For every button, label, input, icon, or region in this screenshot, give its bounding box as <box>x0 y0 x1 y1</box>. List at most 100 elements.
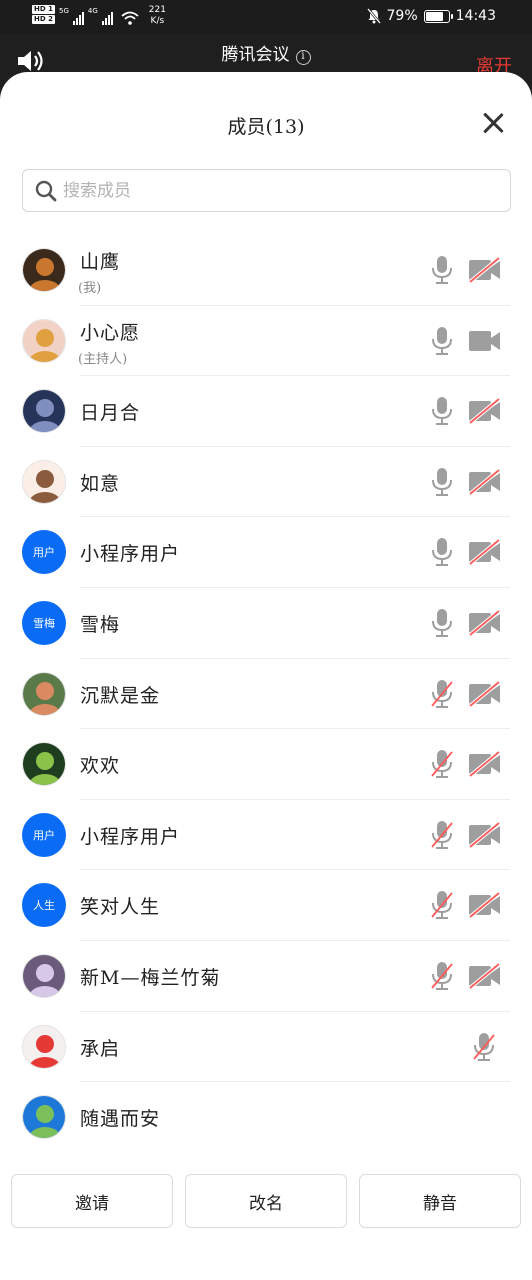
member-name: 山鹰 <box>80 251 121 273</box>
sim-indicators: HD 1 HD 2 <box>32 5 55 24</box>
mic-muted-icon[interactable] <box>472 1032 496 1066</box>
avatar <box>22 671 66 716</box>
member-row[interactable]: 日月合 <box>0 376 532 447</box>
search-box[interactable] <box>22 169 511 212</box>
member-row[interactable]: 欢欢 <box>0 729 532 800</box>
avatar-text: 人生 <box>33 899 55 913</box>
member-name: 沉默是金 <box>80 684 161 707</box>
mic-icon[interactable] <box>430 537 454 571</box>
member-name: 日月合 <box>80 402 141 425</box>
wifi-icon <box>121 11 139 25</box>
member-role: (我) <box>78 281 102 296</box>
mic-icon[interactable] <box>430 467 454 501</box>
mic-icon[interactable] <box>430 326 454 360</box>
member-role: (主持人) <box>78 351 128 367</box>
status-left: HD 1 HD 2 5G 4G 221 K/s <box>32 5 166 27</box>
member-row[interactable]: 新M—梅兰竹菊 <box>0 941 532 1012</box>
status-bar: HD 1 HD 2 5G 4G 221 K/s 79% 14:43 <box>0 0 532 34</box>
status-right: 79% 14:43 <box>366 8 496 24</box>
signal-icon-2 <box>101 11 113 25</box>
mic-icon[interactable] <box>430 396 454 430</box>
meeting-title[interactable]: 腾讯会议 i <box>0 40 532 65</box>
member-row[interactable]: 山鹰 (我) <box>0 235 532 306</box>
member-name: 如意 <box>80 472 121 495</box>
mic-icon[interactable] <box>430 255 454 289</box>
speed-value: 221 <box>148 5 166 15</box>
avatar: 用户 <box>22 530 66 575</box>
search-input[interactable] <box>63 180 463 201</box>
member-row[interactable]: 用户 小程序用户 <box>0 800 532 871</box>
mic-muted-icon[interactable] <box>430 749 454 783</box>
clock: 14:43 <box>455 8 496 24</box>
action-bar: 邀请 改名 静音 <box>0 1174 532 1228</box>
member-name: 新M—梅兰竹菊 <box>80 966 221 989</box>
avatar: 用户 <box>22 812 66 857</box>
member-name: 欢欢 <box>80 755 121 778</box>
camera-off-icon[interactable] <box>468 256 502 287</box>
camera-off-icon[interactable] <box>468 397 502 428</box>
camera-off-icon[interactable] <box>468 821 502 852</box>
camera-off-icon[interactable] <box>468 750 502 781</box>
avatar <box>22 742 66 787</box>
member-row[interactable]: 人生 笑对人生 <box>0 870 532 941</box>
member-name: 随遇而安 <box>80 1108 161 1131</box>
hd2-badge: HD 2 <box>32 15 55 24</box>
member-name: 笑对人生 <box>80 896 161 919</box>
speed-unit: K/s <box>150 16 165 26</box>
member-name: 小程序用户 <box>80 825 181 848</box>
avatar <box>22 1095 66 1140</box>
mic-icon[interactable] <box>430 608 454 642</box>
camera-off-icon[interactable] <box>468 962 502 993</box>
member-name: 小程序用户 <box>80 543 181 566</box>
members-sheet: 成员(13) 山鹰(我)小心愿(主持人)日月合如意用户小程序用户雪梅雪梅沉默是金… <box>0 72 532 1280</box>
network-speed: 221 K/s <box>149 5 166 27</box>
camera-off-icon[interactable] <box>468 680 502 711</box>
member-row[interactable]: 承启 <box>0 1012 532 1083</box>
hd1-badge: HD 1 <box>32 5 55 14</box>
member-row[interactable]: 用户 小程序用户 <box>0 517 532 588</box>
camera-off-icon[interactable] <box>468 538 502 569</box>
avatar: 人生 <box>22 883 66 928</box>
mic-muted-icon[interactable] <box>430 890 454 924</box>
network-type-2: 4G <box>87 7 98 15</box>
avatar: 雪梅 <box>22 600 66 645</box>
network-type-1: 5G <box>58 7 69 15</box>
camera-off-icon[interactable] <box>468 891 502 922</box>
battery-fill <box>425 11 443 21</box>
camera-off-icon[interactable] <box>468 609 502 640</box>
member-list: 山鹰 (我) 小心愿 (主持人) 日月合 如意 用户 小程序用户 雪梅 雪梅 沉默是金 欢欢 用户 小程序… <box>0 235 532 1153</box>
member-name: 雪梅 <box>80 613 121 636</box>
camera-icon[interactable] <box>468 328 502 358</box>
mute-all-button[interactable]: 静音 <box>359 1174 521 1228</box>
avatar-text: 雪梅 <box>33 616 55 630</box>
avatar <box>22 389 66 434</box>
battery-percent: 79% <box>386 8 418 24</box>
avatar <box>22 248 66 292</box>
rename-button[interactable]: 改名 <box>185 1174 347 1228</box>
camera-off-icon[interactable] <box>468 468 502 499</box>
avatar <box>22 459 66 504</box>
search-icon <box>35 180 57 201</box>
avatar <box>22 318 66 363</box>
member-row[interactable]: 如意 <box>0 447 532 518</box>
avatar <box>22 953 66 998</box>
avatar-text: 用户 <box>33 828 55 842</box>
member-row[interactable]: 雪梅 雪梅 <box>0 588 532 659</box>
member-name: 承启 <box>80 1037 121 1060</box>
signal-icon <box>72 11 84 25</box>
info-icon[interactable]: i <box>295 50 311 65</box>
mic-muted-icon[interactable] <box>430 961 454 995</box>
member-name: 小心愿 <box>80 321 141 344</box>
avatar <box>22 1024 66 1069</box>
mic-muted-icon[interactable] <box>430 679 454 713</box>
invite-button[interactable]: 邀请 <box>11 1174 173 1228</box>
mic-muted-icon[interactable] <box>430 820 454 854</box>
avatar-text: 用户 <box>33 546 55 560</box>
member-row[interactable]: 小心愿 (主持人) <box>0 306 532 377</box>
sheet-title: 成员(13) <box>227 116 305 138</box>
notifications-muted-icon <box>366 8 381 24</box>
member-row[interactable]: 沉默是金 <box>0 659 532 730</box>
close-icon[interactable] <box>480 110 506 136</box>
member-row[interactable]: 随遇而安 <box>0 1082 532 1153</box>
battery-icon <box>423 9 453 23</box>
